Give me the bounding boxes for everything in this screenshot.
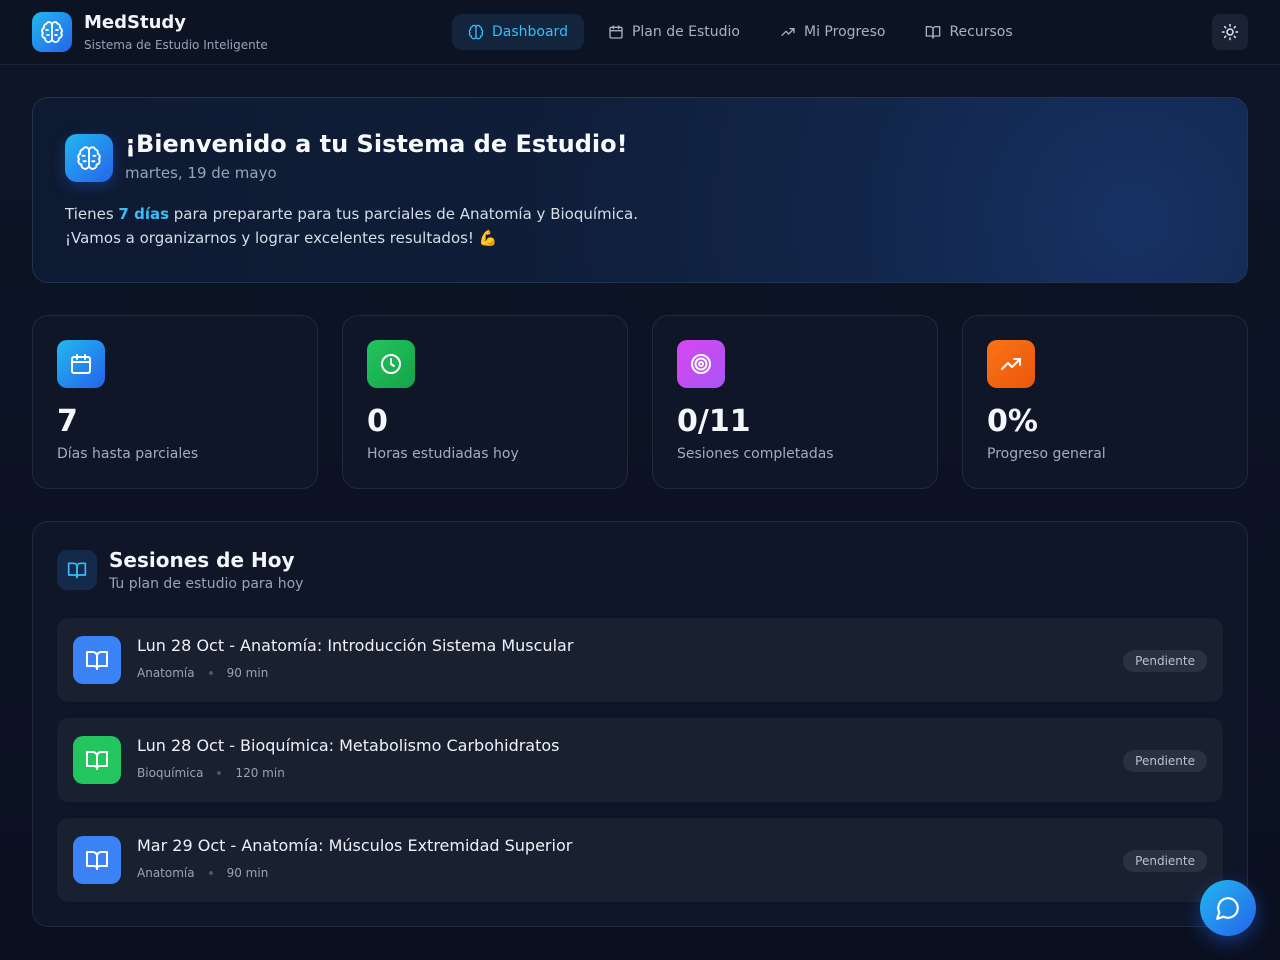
stat-value: 7 bbox=[57, 404, 78, 439]
stat-card-sessions: 0/11 Sesiones completadas bbox=[652, 315, 938, 489]
separator-dot bbox=[208, 671, 213, 675]
nav-label: Mi Progreso bbox=[804, 24, 886, 40]
nav-mi-progreso[interactable]: Mi Progreso bbox=[764, 14, 901, 50]
stat-card-days: 7 Días hasta parciales bbox=[32, 315, 318, 489]
app-logo[interactable] bbox=[32, 12, 72, 52]
session-duration: 120 min bbox=[235, 766, 285, 780]
stat-value: 0 bbox=[367, 404, 388, 439]
session-row[interactable]: Lun 28 Oct - Anatomía: Introducción Sist… bbox=[57, 618, 1223, 702]
clock-icon bbox=[381, 354, 401, 374]
welcome-badge bbox=[65, 134, 113, 182]
session-subject: Anatomía bbox=[137, 666, 195, 680]
book-open-icon bbox=[67, 562, 87, 579]
sessions-subtitle: Tu plan de estudio para hoy bbox=[109, 576, 304, 592]
sessions-title: Sesiones de Hoy bbox=[109, 548, 295, 572]
status-badge: Pendiente bbox=[1123, 750, 1207, 772]
book-open-icon bbox=[926, 26, 941, 39]
book-open-icon bbox=[86, 651, 108, 670]
session-meta: Bioquímica 120 min bbox=[137, 766, 285, 780]
calendar-icon bbox=[609, 25, 623, 39]
welcome-line-1: Tienes 7 días para prepararte para tus p… bbox=[65, 205, 639, 223]
days-remaining-highlight: 7 días bbox=[118, 205, 170, 223]
theme-toggle-button[interactable] bbox=[1212, 14, 1248, 50]
stat-label: Sesiones completadas bbox=[677, 446, 834, 462]
session-title: Lun 28 Oct - Anatomía: Introducción Sist… bbox=[137, 636, 574, 655]
brain-icon bbox=[77, 146, 101, 170]
stat-icon-box bbox=[367, 340, 415, 388]
sessions-header-icon-box bbox=[57, 550, 97, 590]
session-meta: Anatomía 90 min bbox=[137, 666, 268, 680]
stat-card-progress: 0% Progreso general bbox=[962, 315, 1248, 489]
stat-icon-box bbox=[677, 340, 725, 388]
chat-bubble-icon bbox=[1216, 897, 1239, 920]
session-row[interactable]: Lun 28 Oct - Bioquímica: Metabolismo Car… bbox=[57, 718, 1223, 802]
stat-value: 0/11 bbox=[677, 404, 751, 439]
stat-card-hours: 0 Horas estudiadas hoy bbox=[342, 315, 628, 489]
nav-label: Recursos bbox=[949, 24, 1013, 40]
nav-plan-de-estudio[interactable]: Plan de Estudio bbox=[592, 14, 756, 50]
book-open-icon bbox=[86, 751, 108, 770]
session-subject: Anatomía bbox=[137, 866, 195, 880]
nav-recursos[interactable]: Recursos bbox=[909, 14, 1028, 50]
book-open-icon bbox=[86, 851, 108, 870]
welcome-message: Tienes 7 días para prepararte para tus p… bbox=[65, 202, 638, 250]
calendar-icon bbox=[71, 354, 91, 374]
session-duration: 90 min bbox=[226, 866, 269, 880]
top-header: MedStudy Sistema de Estudio Inteligente … bbox=[0, 0, 1280, 65]
nav-label: Plan de Estudio bbox=[631, 24, 740, 40]
main-nav: Dashboard Plan de Estudio Mi Progreso Re… bbox=[452, 14, 1037, 50]
stat-value: 0% bbox=[987, 404, 1038, 439]
trending-up-icon bbox=[1001, 358, 1021, 370]
brain-icon bbox=[41, 21, 63, 43]
nav-label: Dashboard bbox=[492, 24, 568, 40]
session-duration: 90 min bbox=[226, 666, 269, 680]
status-badge: Pendiente bbox=[1123, 650, 1207, 672]
session-meta: Anatomía 90 min bbox=[137, 866, 268, 880]
trending-up-icon bbox=[781, 27, 795, 36]
stat-label: Días hasta parciales bbox=[57, 446, 199, 462]
separator-dot bbox=[208, 871, 213, 875]
sessions-today-card: Sesiones de Hoy Tu plan de estudio para … bbox=[32, 521, 1248, 927]
stat-icon-box bbox=[57, 340, 105, 388]
welcome-title: ¡Bienvenido a tu Sistema de Estudio! bbox=[125, 130, 628, 158]
session-icon-box bbox=[73, 736, 121, 784]
welcome-card: ¡Bienvenido a tu Sistema de Estudio! mar… bbox=[32, 97, 1248, 283]
welcome-line-2: ¡Vamos a organizarnos y lograr excelente… bbox=[65, 229, 498, 247]
brain-icon bbox=[468, 24, 484, 40]
session-icon-box bbox=[73, 636, 121, 684]
app-name: MedStudy bbox=[84, 12, 187, 33]
target-icon bbox=[691, 354, 711, 374]
nav-dashboard[interactable]: Dashboard bbox=[452, 14, 584, 50]
session-title: Mar 29 Oct - Anatomía: Músculos Extremid… bbox=[137, 836, 573, 855]
stat-icon-box bbox=[987, 340, 1035, 388]
stat-label: Progreso general bbox=[987, 446, 1106, 462]
app-subtitle: Sistema de Estudio Inteligente bbox=[84, 38, 268, 52]
separator-dot bbox=[217, 771, 222, 775]
chat-button[interactable] bbox=[1200, 880, 1256, 936]
session-row[interactable]: Mar 29 Oct - Anatomía: Músculos Extremid… bbox=[57, 818, 1223, 902]
session-icon-box bbox=[73, 836, 121, 884]
status-badge: Pendiente bbox=[1123, 850, 1207, 872]
welcome-date: martes, 19 de mayo bbox=[125, 164, 277, 182]
session-subject: Bioquímica bbox=[137, 766, 204, 780]
sun-icon bbox=[1221, 23, 1239, 41]
stat-label: Horas estudiadas hoy bbox=[367, 446, 519, 462]
session-title: Lun 28 Oct - Bioquímica: Metabolismo Car… bbox=[137, 736, 560, 755]
